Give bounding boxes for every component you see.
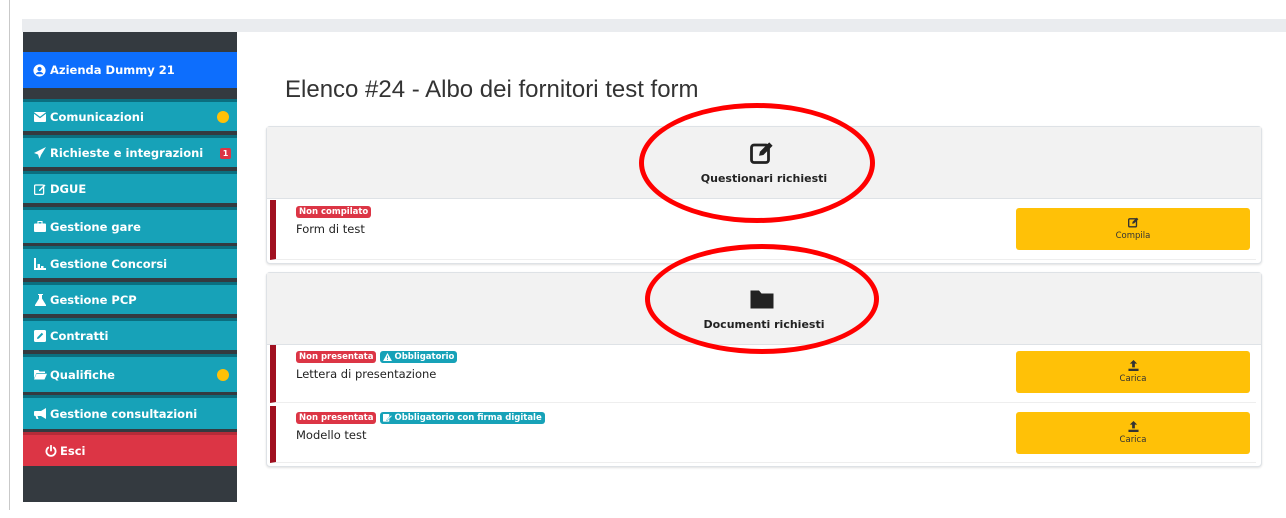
- paper-plane-icon: [33, 146, 47, 159]
- signature-icon: [383, 413, 393, 422]
- sidebar-item-richieste[interactable]: Richieste e integrazioni 1: [23, 135, 237, 167]
- sidebar-item-dgue[interactable]: DGUE: [23, 171, 237, 203]
- folder-open-icon: [33, 369, 47, 380]
- upload-icon: [1127, 421, 1139, 432]
- table-row: Non compilato Form di test Compila: [270, 200, 1256, 260]
- sidebar-item-contratti[interactable]: Contratti: [23, 318, 237, 350]
- sidebar-item-gestione-gare[interactable]: Gestione gare: [23, 207, 237, 243]
- requirement-badge: Obbligatorio: [380, 351, 458, 363]
- carica-button[interactable]: Carica: [1016, 351, 1250, 393]
- notification-dot: [217, 111, 229, 123]
- button-label: Carica: [1119, 374, 1147, 384]
- row-badges: Non presentata Obbligatorio con firma di…: [296, 412, 545, 424]
- card-header: Documenti richiesti: [267, 273, 1261, 345]
- briefcase-icon: [33, 221, 47, 232]
- folder-icon: [750, 290, 774, 309]
- row-title: Lettera di presentazione: [296, 367, 437, 381]
- sidebar-item-gestione-concorsi[interactable]: Gestione Concorsi: [23, 246, 237, 278]
- user-circle-icon: [33, 63, 46, 77]
- row-badges: Non presentata Obbligatorio: [296, 351, 458, 363]
- edit-icon: [33, 183, 47, 195]
- exit-label: Esci: [60, 443, 86, 458]
- sidebar-item-label: Gestione PCP: [50, 292, 137, 307]
- megaphone-icon: [33, 408, 47, 419]
- questionari-card: Questionari richiesti Non compilato Form…: [266, 126, 1262, 264]
- sidebar-item-gestione-consultazioni[interactable]: Gestione consultazioni: [23, 395, 237, 429]
- carica-button[interactable]: Carica: [1016, 412, 1250, 454]
- company-name: Azienda Dummy 21: [50, 63, 175, 77]
- count-badge: 1: [220, 148, 231, 159]
- section-title: Questionari richiesti: [700, 172, 828, 185]
- row-title: Form di test: [296, 222, 365, 236]
- top-strip: [22, 19, 1286, 32]
- card-header: Questionari richiesti: [267, 127, 1261, 199]
- table-row: Non presentata Obbligatorio Lettera di p…: [270, 345, 1256, 403]
- power-icon: [45, 444, 57, 457]
- requirement-badge: Obbligatorio con firma digitale: [380, 412, 545, 424]
- flask-icon: [33, 293, 47, 306]
- table-row: Non presentata Obbligatorio con firma di…: [270, 406, 1256, 463]
- section-title: Documenti richiesti: [703, 318, 825, 331]
- documenti-card: Documenti richiesti Non presentata Obbli…: [266, 272, 1262, 467]
- sidebar-item-label: Gestione consultazioni: [50, 406, 198, 421]
- upload-icon: [1127, 360, 1139, 371]
- sidebar-item-qualifiche[interactable]: Qualifiche: [23, 354, 237, 392]
- sidebar-item-label: Qualifiche: [50, 367, 115, 382]
- podium-icon: [33, 257, 47, 270]
- sidebar: Azienda Dummy 21 Comunicazioni Richieste…: [23, 32, 237, 502]
- pen-square-icon: [33, 329, 47, 342]
- warning-icon: [383, 353, 393, 361]
- page-title: Elenco #24 - Albo dei fornitori test for…: [285, 76, 699, 103]
- badge-label: Obbligatorio con firma digitale: [394, 413, 542, 423]
- sidebar-item-gestione-pcp[interactable]: Gestione PCP: [23, 282, 237, 314]
- badge-label: Obbligatorio: [394, 352, 455, 362]
- exit-button[interactable]: Esci: [23, 432, 237, 466]
- sidebar-item-label: Contratti: [50, 328, 109, 343]
- row-badges: Non compilato: [296, 206, 372, 218]
- edit-icon: [750, 142, 773, 164]
- notification-dot: [217, 369, 229, 381]
- edit-icon: [1127, 217, 1138, 228]
- status-badge: Non presentata: [296, 351, 377, 363]
- sidebar-item-comunicazioni[interactable]: Comunicazioni: [23, 99, 237, 131]
- row-title: Modello test: [296, 428, 367, 442]
- compila-button[interactable]: Compila: [1016, 208, 1250, 250]
- status-badge: Non presentata: [296, 412, 377, 424]
- sidebar-item-label: Richieste e integrazioni: [50, 145, 204, 160]
- sidebar-item-label: DGUE: [50, 181, 87, 196]
- sidebar-item-label: Comunicazioni: [50, 109, 144, 124]
- envelope-icon: [33, 111, 47, 122]
- company-badge[interactable]: Azienda Dummy 21: [23, 52, 237, 88]
- sidebar-item-label: Gestione Concorsi: [50, 256, 168, 271]
- status-badge: Non compilato: [296, 206, 372, 218]
- button-label: Compila: [1115, 231, 1151, 241]
- window-edge: [9, 0, 10, 510]
- sidebar-item-label: Gestione gare: [50, 219, 141, 234]
- button-label: Carica: [1119, 435, 1147, 445]
